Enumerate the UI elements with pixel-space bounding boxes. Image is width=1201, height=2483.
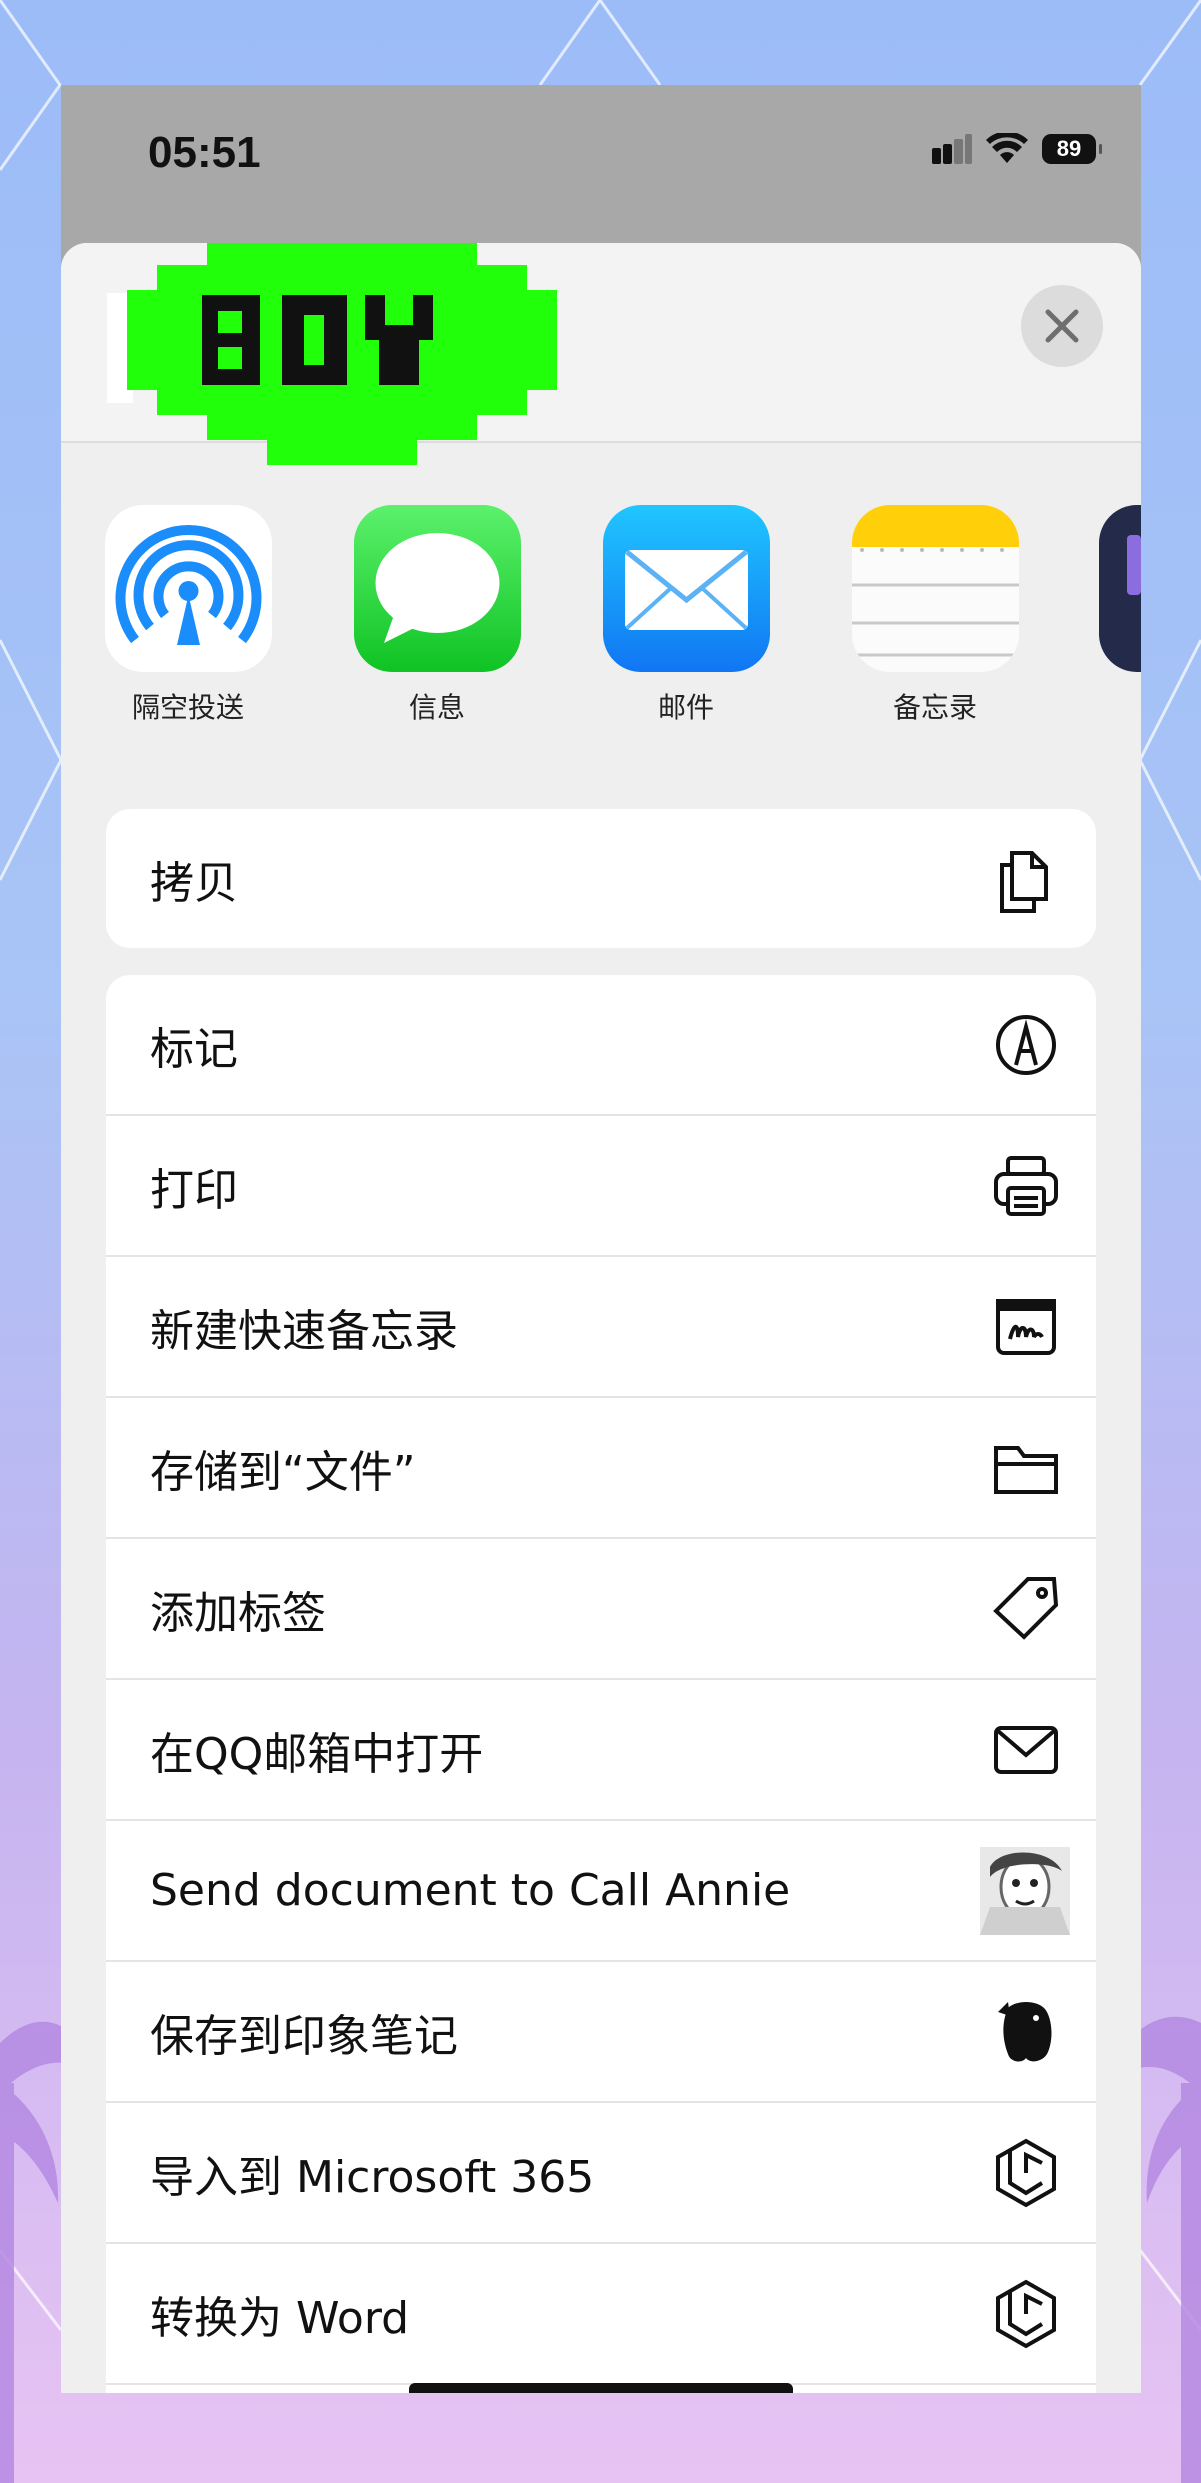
app-label: 信息 xyxy=(408,691,465,724)
boy-pixel-logo xyxy=(127,243,557,465)
action-label: 在QQ邮箱中打开 xyxy=(150,1728,484,1780)
app-label: 邮件 xyxy=(657,691,714,724)
action-open-in-qq-mail[interactable]: 在QQ邮箱中打开 xyxy=(106,1680,1096,1821)
printer-icon xyxy=(990,1150,1062,1222)
status-bar: 05:51 89 xyxy=(61,85,1141,245)
app-airdrop[interactable]: 隔空投送 xyxy=(103,505,273,726)
action-label: 转换为 Word xyxy=(150,2292,410,2344)
quick-note-icon xyxy=(990,1291,1062,1363)
app-label: 备忘录 xyxy=(892,691,977,724)
share-apps-row: 隔空投送 信息 邮件 备忘录 xyxy=(61,445,1141,745)
action-label: 标记 xyxy=(150,1023,238,1075)
action-label: 拷贝 xyxy=(150,857,238,909)
battery-level: 89 xyxy=(1056,136,1082,161)
action-label: Send document to Call Annie xyxy=(150,1865,791,1916)
airdrop-icon xyxy=(104,505,272,672)
action-markup[interactable]: 标记 xyxy=(106,975,1096,1116)
action-print[interactable]: 打印 xyxy=(106,1116,1096,1257)
action-label: 存储到“文件” xyxy=(150,1446,416,1498)
close-button[interactable] xyxy=(1021,285,1103,367)
status-time: 05:51 xyxy=(148,128,261,177)
phone-screen: 05:51 89 隔空投送 信息 邮件 备忘录 拷贝 标记 打印 新建快速备忘录… xyxy=(61,85,1141,2393)
markup-icon xyxy=(990,1009,1062,1081)
action-copy[interactable]: 拷贝 xyxy=(106,809,1096,948)
app-icon-partial xyxy=(1099,505,1141,672)
app-notes[interactable]: 备忘录 xyxy=(850,505,1020,726)
share-sheet-header xyxy=(61,243,1141,465)
action-quick-note[interactable]: 新建快速备忘录 xyxy=(106,1257,1096,1398)
action-label: 导入到 Microsoft 365 xyxy=(150,2151,595,2203)
action-call-annie[interactable]: Send document to Call Annie xyxy=(106,1821,1096,1962)
action-label: 添加标签 xyxy=(150,1587,326,1639)
app-label: 隔空投送 xyxy=(131,691,244,724)
envelope-icon xyxy=(990,1714,1062,1786)
action-convert-to-word[interactable]: 转换为 Word xyxy=(106,2244,1096,2385)
action-save-to-files[interactable]: 存储到“文件” xyxy=(106,1398,1096,1539)
action-label: 新建快速备忘录 xyxy=(150,1305,458,1357)
xmark-icon xyxy=(1045,309,1079,343)
app-partial[interactable] xyxy=(1099,505,1141,672)
messages-icon xyxy=(353,505,521,672)
folder-icon xyxy=(990,1432,1062,1504)
action-import-microsoft365[interactable]: 导入到 Microsoft 365 xyxy=(106,2103,1096,2244)
notes-icon xyxy=(851,505,1019,672)
status-icons: 89 xyxy=(932,133,1102,165)
share-sheet: 隔空投送 信息 邮件 备忘录 拷贝 标记 打印 新建快速备忘录 存储到“文件” … xyxy=(61,243,1141,2393)
mail-icon xyxy=(602,505,770,672)
cellular-signal-icon xyxy=(932,134,972,164)
actions-list: 标记 打印 新建快速备忘录 存储到“文件” 添加标签 在QQ邮箱中打开 Send… xyxy=(106,975,1096,2393)
battery-indicator: 89 xyxy=(1042,134,1102,164)
copy-icon xyxy=(990,843,1062,915)
action-add-tag[interactable]: 添加标签 xyxy=(106,1539,1096,1680)
action-label: 打印 xyxy=(150,1164,238,1216)
app-messages[interactable]: 信息 xyxy=(352,505,522,726)
copy-group: 拷贝 xyxy=(106,809,1096,948)
home-indicator[interactable] xyxy=(409,2383,793,2393)
action-label: 保存到印象笔记 xyxy=(150,2010,458,2062)
wifi-icon xyxy=(986,133,1028,163)
microsoft365-icon xyxy=(990,2278,1062,2350)
evernote-icon xyxy=(990,1996,1062,2068)
action-save-to-evernote[interactable]: 保存到印象笔记 xyxy=(106,1962,1096,2103)
app-mail[interactable]: 邮件 xyxy=(601,505,771,726)
call-annie-icon xyxy=(980,1847,1070,1935)
tag-icon xyxy=(990,1573,1062,1645)
microsoft365-icon xyxy=(990,2137,1062,2209)
